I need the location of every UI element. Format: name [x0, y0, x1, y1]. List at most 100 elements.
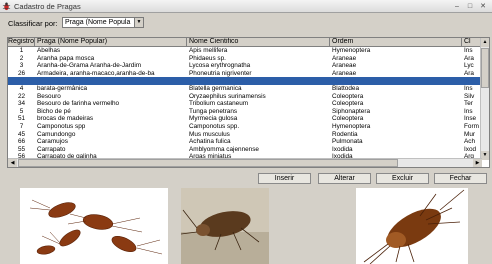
arrow-left-icon[interactable]: ◀ [8, 159, 17, 167]
pest-table[interactable]: Registro Praga (Nome Popular) Nome Cient… [7, 37, 490, 168]
cell-registro: 22 [17, 92, 26, 100]
cell-class: Ins [464, 47, 473, 54]
cell-class: Mur [464, 130, 476, 138]
sort-by-label: Classificar por: [8, 19, 58, 28]
chevron-down-icon[interactable]: ▼ [134, 18, 143, 27]
american-cockroach-photo [356, 188, 468, 264]
horizontal-scrollbar[interactable]: ◀ ▶ [8, 158, 482, 167]
cockroach-on-stone-photo [181, 188, 269, 264]
table-row[interactable]: 4 barata-germânica Blatella germanica Blatt… [8, 85, 482, 93]
cell-scientific-name: Apis mellifera [189, 47, 228, 54]
cell-registro: 24 [17, 77, 26, 85]
pest-registry-window: Cadastro de Pragas – □ ✕ Classificar por… [0, 0, 492, 264]
delete-button[interactable]: Excluir [376, 173, 429, 184]
cell-class: Inse [464, 115, 477, 123]
maximize-icon[interactable]: □ [465, 2, 475, 11]
cell-scientific-name: Amblyomma cajennense [189, 145, 259, 153]
cell-class: Ixod [464, 145, 477, 153]
cell-common-name: Camponotus spp [37, 122, 86, 130]
cell-common-name: Besouro [37, 92, 61, 100]
column-header-order[interactable]: Ordem [330, 38, 462, 47]
cell-class: Lyc [464, 62, 474, 70]
table-row[interactable]: 7 Camponotus spp Camponotus spp. Hymenopter… [8, 123, 482, 131]
horizontal-scroll-thumb[interactable] [18, 159, 398, 167]
cell-order: Coleoptera [332, 115, 364, 123]
cell-common-name: Abelhas [37, 47, 61, 54]
cell-class: Ins [464, 107, 473, 115]
cell-common-name: brocas de madeiras [37, 115, 94, 123]
sort-by-select[interactable]: Praga (Nome Popula ▼ [62, 17, 144, 28]
cell-scientific-name: Tribolium castaneum [189, 100, 249, 108]
cell-common-name: Caramujos [37, 138, 68, 146]
cell-common-name: Bicho de pé [37, 107, 71, 115]
cell-common-name: Carrapato [37, 145, 66, 153]
table-row[interactable]: 45 Camundongo Mus musculus Rodentia Mur [8, 131, 482, 139]
insert-button[interactable]: Inserir [258, 173, 311, 184]
cell-scientific-name: Blatella germanica [189, 84, 242, 92]
cell-scientific-name: Periplaneta americana [189, 77, 253, 85]
cell-scientific-name: Achatina fulica [189, 138, 231, 146]
table-row[interactable]: 26 Armadeira, aranha-macaco,aranha-de-ba P… [8, 70, 482, 78]
cell-scientific-name: Mus musculus [189, 130, 230, 138]
cell-registro: 5 [19, 107, 24, 115]
cell-order: Siphonaptera [332, 107, 371, 115]
cell-class: Ins [464, 84, 473, 92]
cell-registro: 7 [19, 122, 24, 130]
cell-class: Ach [464, 138, 476, 146]
cell-order: Pulmonata [332, 138, 363, 146]
minimize-icon[interactable]: – [452, 2, 462, 11]
table-row[interactable]: 55 Carrapato Amblyomma cajennense Ixodida Ix… [8, 146, 482, 154]
table-row[interactable]: 34 Besouro de farinha vermelho Tribolium c… [8, 100, 482, 108]
title-bar[interactable]: Cadastro de Pragas – □ ✕ [0, 0, 492, 13]
cell-order: Araneae [332, 69, 357, 77]
table-row[interactable]: 3 Aranha-de-Grama Aranha-de-Jardim Lycosa … [8, 62, 482, 70]
table-row[interactable]: 22 Besouro Oryzaephilus surinamensis Coleop… [8, 93, 482, 101]
cell-order: Ixodida [332, 145, 353, 153]
table-row[interactable]: 51 brocas de madeiras Myrmecia gulosa Coleo… [8, 115, 482, 123]
cell-scientific-name: Oryzaephilus surinamensis [189, 92, 266, 100]
table-row[interactable]: 5 Bicho de pé Tunga penetrans Siphonaptera I… [8, 108, 482, 116]
edit-button[interactable]: Alterar [318, 173, 371, 184]
cell-common-name: Aranha papa mosca [37, 54, 95, 62]
sort-by-value: Praga (Nome Popula [65, 19, 131, 26]
cell-scientific-name: Tunga penetrans [189, 107, 238, 115]
table-row[interactable]: 66 Caramujos Achatina fulica Pulmonata Ach [8, 138, 482, 146]
cell-order: Coleoptera [332, 100, 364, 108]
arrow-down-icon[interactable]: ▼ [481, 151, 489, 160]
cell-scientific-name: Camponotus spp. [189, 122, 240, 130]
cell-registro: 34 [17, 100, 26, 108]
table-header: Registro Praga (Nome Popular) Nome Cient… [8, 38, 489, 47]
column-header-registro[interactable]: Registro [8, 38, 35, 47]
table-row[interactable]: 1 Abelhas Apis mellifera Hymenoptera Ins [8, 47, 482, 55]
cell-order: Hymenoptera [332, 122, 371, 130]
cell-class: Ara [464, 54, 474, 62]
cell-common-name: barata americana [37, 77, 87, 85]
arrow-right-icon[interactable]: ▶ [473, 159, 482, 167]
cell-scientific-name: Phidaeus sp. [189, 54, 226, 62]
cell-common-name: Aranha-de-Grama Aranha-de-Jardim [37, 62, 142, 70]
cell-registro: 55 [17, 145, 26, 153]
close-button[interactable]: Fechar [434, 173, 487, 184]
cell-class: Form [464, 122, 479, 130]
column-header-scientific-name[interactable]: Nome Cientifico [187, 38, 330, 47]
cell-order: Coleoptera [332, 92, 364, 100]
cell-order: Araneae [332, 62, 357, 70]
cell-registro: 66 [17, 138, 26, 146]
cell-registro: 51 [17, 115, 26, 123]
cell-order: Blattaria [332, 77, 356, 85]
close-icon[interactable]: ✕ [478, 2, 488, 11]
cell-registro: 4 [19, 84, 24, 92]
cell-registro: 2 [19, 54, 24, 62]
column-header-common-name[interactable]: Praga (Nome Popular) [35, 38, 187, 47]
table-row[interactable]: 2 Aranha papa mosca Phidaeus sp. Araneae Ara [8, 55, 482, 63]
vertical-scrollbar[interactable]: ▲ ▼ [480, 38, 489, 160]
cockroach-group-photo [20, 188, 168, 264]
cell-common-name: barata-germânica [37, 84, 88, 92]
cell-class: Ara [464, 69, 474, 77]
vertical-scroll-thumb[interactable] [481, 48, 489, 88]
cell-common-name: Besouro de farinha vermelho [37, 100, 120, 108]
table-row-selected[interactable]: 24 barata americana Periplaneta americana B… [8, 77, 482, 85]
cell-registro: 1 [19, 47, 24, 54]
cell-scientific-name: Lycosa erythrognatha [189, 62, 251, 70]
arrow-up-icon[interactable]: ▲ [481, 38, 489, 47]
